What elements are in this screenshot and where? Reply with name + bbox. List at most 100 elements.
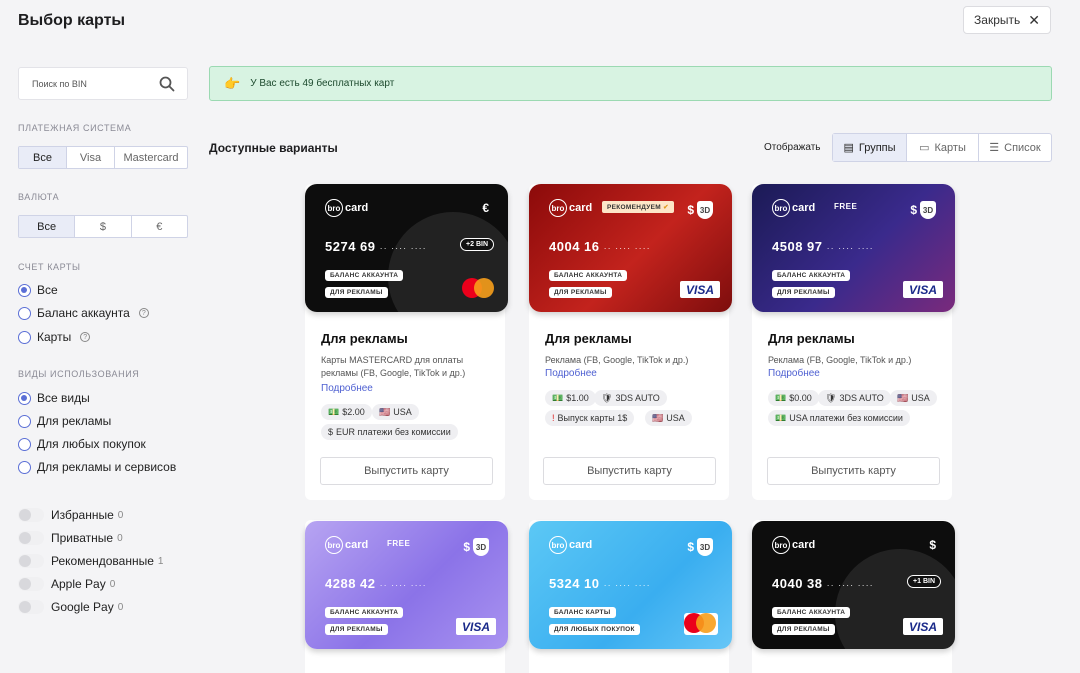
toggle-switch[interactable]	[18, 577, 44, 591]
radio-unchecked	[18, 414, 31, 428]
banner-text: У Вас есть 49 бесплатных карт	[250, 78, 395, 89]
payment-mastercard[interactable]: Mastercard	[115, 147, 187, 168]
radio-checked	[18, 391, 31, 405]
tag-text: Выпуск карты 1$	[557, 413, 628, 423]
brocard-logo: bro card	[549, 536, 592, 554]
card-pill: БАЛАНС АККАУНТА	[325, 607, 404, 618]
card-pill: ДЛЯ РЕКЛАМЫ	[549, 287, 612, 298]
radio-label: Для любых покупок	[37, 437, 146, 451]
toggle-switch[interactable]	[18, 600, 44, 614]
product-description: Реклама (FB, Google, TikTok и др.)	[545, 355, 689, 365]
account-radio-balance[interactable]: Баланс аккаунта?	[18, 306, 149, 320]
currency-badge: $	[929, 538, 936, 552]
usage-radio-ads[interactable]: Для рекламы	[18, 414, 111, 428]
pointing-hand-icon: 👉	[224, 75, 241, 91]
more-link[interactable]: Подробнее	[545, 368, 597, 379]
payment-system-segment: Все Visa Mastercard	[18, 146, 188, 169]
toggle-label: Избранные	[51, 508, 114, 522]
toggle-switch[interactable]	[18, 554, 44, 568]
logo-mark: bro	[549, 536, 567, 554]
country-tag: 🇺🇸 USA	[645, 410, 692, 426]
card-image[interactable]: bro card FREE $3D 4508 97 ·· ···· ···· БА…	[752, 184, 955, 312]
radio-label: Для рекламы	[37, 414, 112, 428]
flag-icon: 🇺🇸	[379, 406, 391, 417]
radio-label: Все виды	[37, 391, 90, 405]
payment-visa[interactable]: Visa	[67, 147, 115, 168]
toggle-apple-pay[interactable]: Apple Pay 0	[18, 577, 115, 591]
card-pill: БАЛАНС АККАУНТА	[772, 607, 851, 618]
usage-radio-any[interactable]: Для любых покупок	[18, 437, 146, 451]
view-groups[interactable]: ▤ Группы	[833, 134, 907, 161]
toggle-switch[interactable]	[18, 531, 44, 545]
toggle-favorites[interactable]: Избранные 0	[18, 508, 123, 522]
card-image[interactable]: bro card € 5274 69 ·· ···· ···· +2 BIN БА…	[305, 184, 508, 312]
card-image[interactable]: bro card $3D 5324 10 ·· ···· ···· БАЛАНС …	[529, 521, 732, 649]
help-icon[interactable]: ?	[138, 308, 149, 318]
tag-text: 3DS AUTO	[615, 393, 660, 403]
card-pill: ДЛЯ РЕКЛАМЫ	[325, 624, 388, 635]
more-link[interactable]: Подробнее	[768, 368, 820, 379]
currency-badge: $3D	[463, 538, 489, 556]
card-number-digits: 5324 10	[549, 576, 600, 591]
currency-eur[interactable]: €	[132, 216, 187, 237]
dollar-icon: $	[328, 427, 334, 437]
close-button[interactable]: Закрыть ✕	[963, 6, 1051, 34]
toggle-count: 0	[117, 601, 124, 613]
logo-mark: bro	[325, 199, 343, 217]
view-cards[interactable]: ▭ Карты	[907, 134, 979, 161]
account-radio-all[interactable]: Все	[18, 283, 58, 297]
issue-card-button[interactable]: Выпустить карту	[543, 457, 716, 485]
radio-unchecked	[18, 460, 31, 474]
issue-card-button[interactable]: Выпустить карту	[767, 457, 940, 485]
toggle-private[interactable]: Приватные 0	[18, 531, 123, 545]
currency-usd[interactable]: $	[75, 216, 132, 237]
logo-mark: bro	[772, 536, 790, 554]
card-number-digits: 4508 97	[772, 239, 823, 254]
price-tag: 💵 $2.00	[321, 404, 372, 420]
more-link[interactable]: Подробнее	[321, 383, 373, 394]
card-number-digits: 5274 69	[325, 239, 376, 254]
radio-label: Баланс аккаунта	[37, 306, 130, 320]
card-image[interactable]: bro card FREE $3D 4288 42 ·· ···· ···· БА…	[305, 521, 508, 649]
visa-logo: VISA	[903, 281, 943, 298]
card-number: 4508 97 ·· ···· ····	[772, 239, 874, 254]
product-title: Для рекламы	[321, 331, 408, 346]
tag-text: USA	[911, 393, 930, 403]
money-icon: 💵	[775, 392, 787, 403]
exclamation-icon: !	[552, 413, 555, 423]
toggle-google-pay[interactable]: Google Pay 0	[18, 600, 123, 614]
card-image[interactable]: bro card РЕКОМЕНДУЕМ ✔ $3D 4004 16 ·· ···…	[529, 184, 732, 312]
currency-all[interactable]: Все	[19, 216, 76, 237]
shield-icon: 🛡	[825, 392, 837, 403]
tag-text: USA	[666, 413, 685, 423]
usage-radio-ads-services[interactable]: Для рекламы и сервисов	[18, 460, 176, 474]
card-pill: БАЛАНС АККАУНТА	[325, 270, 404, 281]
card-number: 4040 38 ·· ···· ····	[772, 576, 874, 591]
toggle-recommended[interactable]: Рекомендованные 1	[18, 554, 163, 568]
view-label: Карты	[934, 141, 966, 154]
usage-radio-all[interactable]: Все виды	[18, 391, 90, 405]
brocard-logo: bro card	[325, 199, 368, 217]
recommended-text: РЕКОМЕНДУЕМ	[607, 204, 661, 211]
search-icon[interactable]	[159, 76, 175, 92]
bin-search-input[interactable]: Поиск по BIN	[18, 67, 188, 100]
card-number-digits: 4004 16	[549, 239, 600, 254]
recommended-badge: РЕКОМЕНДУЕМ ✔	[602, 201, 674, 213]
account-radio-cards[interactable]: Карты?	[18, 330, 91, 344]
card-number-mask: ·· ···· ····	[826, 580, 874, 590]
issue-card-button[interactable]: Выпустить карту	[320, 457, 493, 485]
toggle-switch[interactable]	[18, 508, 44, 522]
money-icon: 💵	[552, 392, 564, 403]
3ds-tag: 🛡 3DS AUTO	[594, 390, 667, 406]
help-icon[interactable]: ?	[80, 332, 91, 342]
payment-all[interactable]: Все	[19, 147, 67, 168]
view-list[interactable]: ☰ Список	[979, 134, 1051, 161]
currency-symbol: $	[910, 203, 917, 217]
display-label: Отображать	[764, 142, 821, 153]
card-account-label: СЧЕТ КАРТЫ	[18, 262, 81, 272]
card-number-digits: 4288 42	[325, 576, 376, 591]
view-label: Группы	[858, 141, 896, 154]
toggle-count: 0	[109, 578, 116, 590]
card-image[interactable]: bro card $ 4040 38 ·· ···· ···· +1 BIN БА…	[752, 521, 955, 649]
card-pill: ДЛЯ РЕКЛАМЫ	[772, 624, 835, 635]
